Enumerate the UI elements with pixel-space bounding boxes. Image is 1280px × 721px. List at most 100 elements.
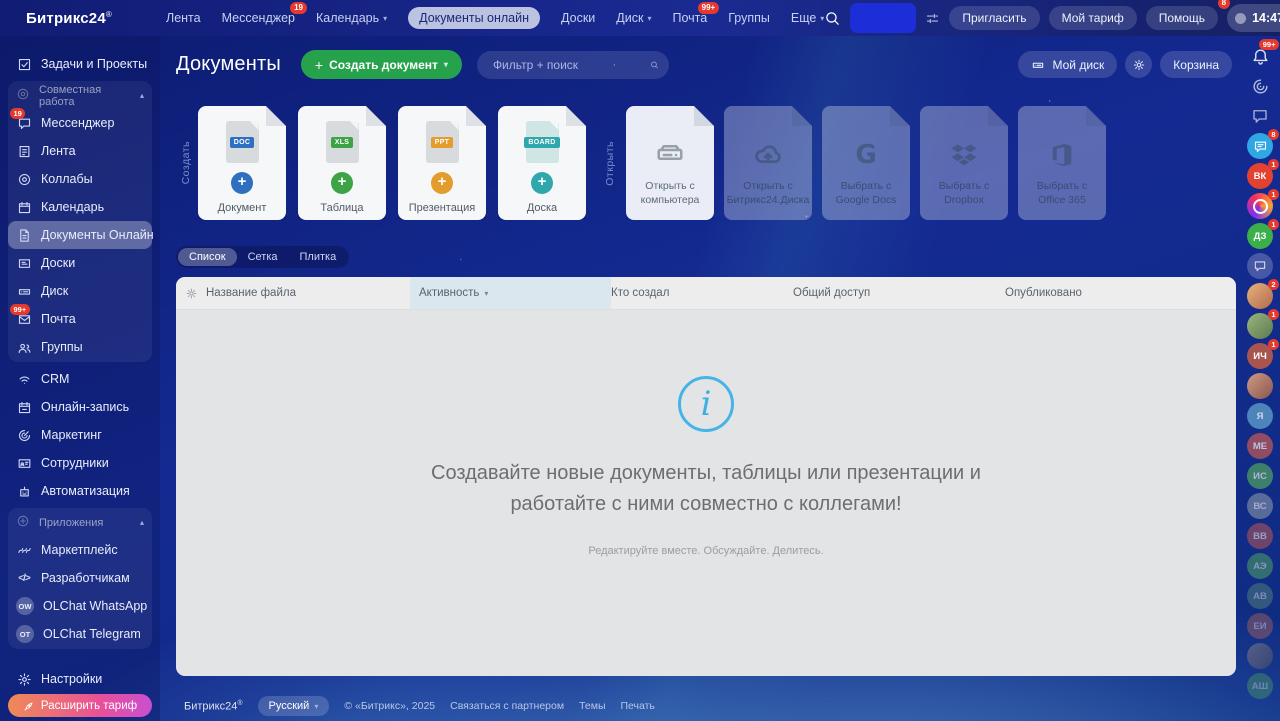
- sidebar-item-disk[interactable]: Диск: [8, 277, 152, 305]
- sidebar-item-olchat-whatsapp[interactable]: OW OLChat WhatsApp: [8, 592, 152, 620]
- nav-feed[interactable]: Лента: [166, 11, 201, 25]
- footer-contact-partner-link[interactable]: Связаться с партнером: [450, 700, 564, 712]
- sidebar-item-olchat-telegram[interactable]: OT OLChat Telegram: [8, 620, 152, 648]
- nav-calendar[interactable]: Календарь▾: [316, 11, 387, 25]
- help-button[interactable]: Помощь8: [1146, 6, 1218, 30]
- helpdesk-spiral-icon[interactable]: [1247, 73, 1273, 99]
- sidebar-item-developers[interactable]: </> Разработчикам: [8, 564, 152, 592]
- nav-mail[interactable]: Почта99+: [672, 11, 707, 25]
- help-badge: 8: [1218, 0, 1230, 9]
- search-icon[interactable]: [824, 10, 841, 27]
- footer-print-link[interactable]: Печать: [621, 700, 655, 712]
- my-disk-button[interactable]: Мой диск: [1018, 51, 1117, 78]
- nav-more[interactable]: Еще▾: [791, 11, 824, 25]
- contact-avatar[interactable]: [1247, 373, 1273, 399]
- gear-icon: [16, 671, 32, 687]
- documents-table-panel: Название файла Активность▾ Кто создал Об…: [176, 277, 1236, 676]
- contact-initials[interactable]: АВ: [1247, 583, 1273, 609]
- doc-file-icon: DOC: [226, 121, 259, 163]
- contact-initials[interactable]: ВВ: [1247, 523, 1273, 549]
- sidebar-item-marketing[interactable]: Маркетинг: [8, 421, 152, 449]
- nav-boards[interactable]: Доски: [561, 11, 595, 25]
- sidebar-item-settings[interactable]: Настройки: [8, 665, 152, 693]
- language-selector[interactable]: Русский▾: [258, 696, 330, 716]
- footer-themes-link[interactable]: Темы: [579, 700, 605, 712]
- chevron-down-icon: ▾: [647, 14, 651, 23]
- instagram-channel-icon[interactable]: 1: [1247, 193, 1273, 219]
- sidebar-item-collabs[interactable]: Коллабы: [8, 165, 152, 193]
- contact-avatar[interactable]: 1: [1247, 313, 1273, 339]
- sidebar-item-calendar[interactable]: Календарь: [8, 193, 152, 221]
- column-header-creator[interactable]: Кто создал: [611, 277, 793, 309]
- search-highlight-box[interactable]: [850, 3, 916, 33]
- open-from-bitrix-disk-card[interactable]: Открыть с Битрикс24.Диска: [724, 106, 812, 220]
- filter-search-input[interactable]: [477, 51, 669, 79]
- sidebar-item-online-booking[interactable]: Онлайн-запись: [8, 393, 152, 421]
- invite-button[interactable]: Пригласить: [949, 6, 1039, 30]
- sidebar-item-boards[interactable]: Доски: [8, 249, 152, 277]
- contact-avatar[interactable]: [1247, 643, 1273, 669]
- settings-gear-button[interactable]: [1125, 51, 1152, 78]
- contact-initials[interactable]: ИС: [1247, 463, 1273, 489]
- view-tab-grid[interactable]: Сетка: [237, 248, 289, 266]
- sidebar-item-messenger[interactable]: 19 Мессенджер: [8, 109, 152, 137]
- nav-disk[interactable]: Диск▾: [616, 11, 651, 25]
- footer-brand[interactable]: Битрикс24®: [184, 700, 243, 713]
- filter-sliders-icon[interactable]: [925, 11, 940, 26]
- sidebar-item-feed[interactable]: Лента: [8, 137, 152, 165]
- my-plan-button[interactable]: Мой тариф: [1049, 6, 1137, 30]
- nav-documents-online[interactable]: Документы онлайн: [408, 7, 540, 29]
- column-header-activity[interactable]: Активность▾: [410, 277, 611, 309]
- sidebar-item-groups[interactable]: Группы: [8, 333, 152, 361]
- sidebar-item-documents-online[interactable]: Документы Онлайн: [8, 221, 152, 249]
- sidebar-item-crm[interactable]: CRM: [8, 365, 152, 393]
- contact-initials[interactable]: Я: [1247, 403, 1273, 429]
- contact-initials[interactable]: АШ: [1247, 673, 1273, 699]
- filter-search-field[interactable]: [491, 57, 650, 73]
- table-settings-gear-icon[interactable]: [176, 277, 206, 309]
- app-logo[interactable]: Битрикс24®: [26, 10, 112, 27]
- create-document-card[interactable]: DOC + Документ: [198, 106, 286, 220]
- create-presentation-card[interactable]: PPT + Презентация: [398, 106, 486, 220]
- choose-from-office365-card[interactable]: Выбрать с Office 365: [1018, 106, 1106, 220]
- dz-channel-icon[interactable]: ДЗ1: [1247, 223, 1273, 249]
- sidebar-section-apps[interactable]: Приложения ▴: [8, 509, 152, 536]
- chat-bubble-icon[interactable]: [1247, 103, 1273, 129]
- mail-badge: 99+: [698, 2, 720, 14]
- documents-header: Документы + Создать документ ▾: [176, 50, 669, 79]
- create-board-card[interactable]: BOARD + Доска: [498, 106, 586, 220]
- open-from-computer-card[interactable]: Открыть с компьютера: [626, 106, 714, 220]
- view-tab-list[interactable]: Список: [178, 248, 237, 266]
- contact-initials[interactable]: ВС: [1247, 493, 1273, 519]
- clock-profile-widget[interactable]: 14:47: [1227, 4, 1280, 32]
- choose-from-dropbox-card[interactable]: Выбрать с Dropbox: [920, 106, 1008, 220]
- contact-avatar[interactable]: 2: [1247, 283, 1273, 309]
- contact-initials[interactable]: ИЧ1: [1247, 343, 1273, 369]
- choose-from-google-docs-card[interactable]: G Выбрать с Google Docs: [822, 106, 910, 220]
- sidebar-item-marketplace[interactable]: Маркетплейс: [8, 536, 152, 564]
- create-document-button[interactable]: + Создать документ ▾: [301, 50, 462, 79]
- live-chat-widget[interactable]: 8: [1247, 133, 1273, 159]
- sidebar-item-mail[interactable]: 99+ Почта: [8, 305, 152, 333]
- sidebar-item-automation[interactable]: Автоматизация: [8, 477, 152, 505]
- view-tab-tiles[interactable]: Плитка: [289, 248, 348, 266]
- nav-messenger[interactable]: Мессенджер19: [222, 11, 295, 25]
- contact-initials[interactable]: ЕИ: [1247, 613, 1273, 639]
- sidebar-item-tasks[interactable]: Задачи и Проекты: [8, 50, 152, 78]
- create-spreadsheet-card[interactable]: XLS + Таблица: [298, 106, 386, 220]
- column-header-shared-access[interactable]: Общий доступ: [793, 277, 1005, 309]
- contact-initials[interactable]: АЭ: [1247, 553, 1273, 579]
- sidebar-group-collaboration: Совместная работа ▴ 19 Мессенджер Лента …: [8, 81, 152, 362]
- notifications-bell-icon[interactable]: 99+: [1247, 43, 1273, 69]
- sidebar-section-collaboration[interactable]: Совместная работа ▴: [8, 82, 152, 109]
- upgrade-plan-button[interactable]: Расширить тариф: [8, 694, 152, 717]
- nav-groups[interactable]: Группы: [728, 11, 770, 25]
- column-header-filename[interactable]: Название файла: [206, 277, 410, 309]
- contact-initials[interactable]: МЕ: [1247, 433, 1273, 459]
- vk-channel-icon[interactable]: ВК1: [1247, 163, 1273, 189]
- trash-button[interactable]: Корзина: [1160, 51, 1232, 78]
- plus-icon: +: [315, 57, 323, 73]
- sidebar-item-employees[interactable]: Сотрудники: [8, 449, 152, 477]
- chat-bubble-faded-icon[interactable]: [1247, 253, 1273, 279]
- column-header-published[interactable]: Опубликовано: [1005, 277, 1236, 309]
